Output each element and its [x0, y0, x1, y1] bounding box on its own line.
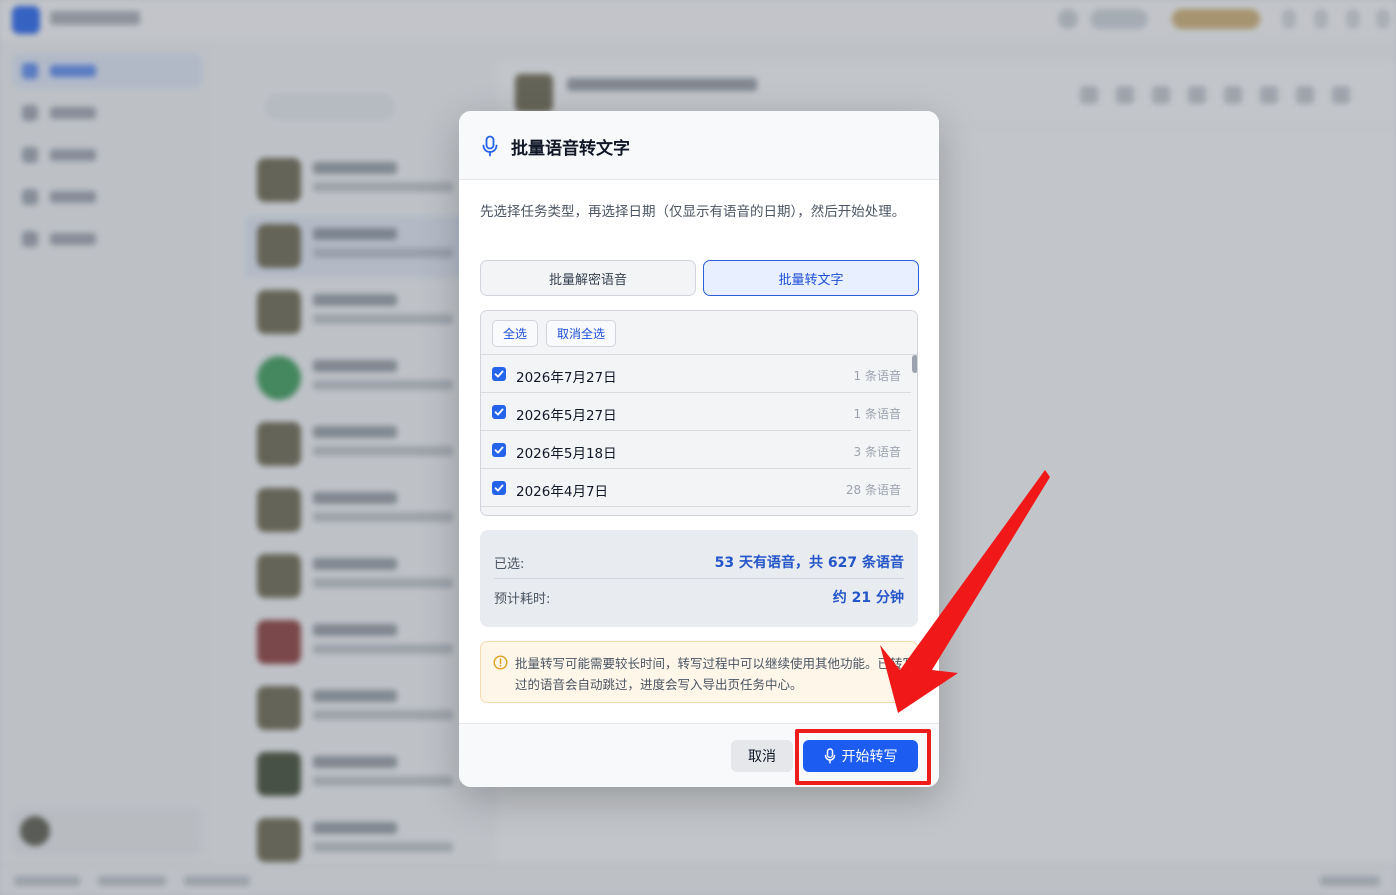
- eta-summary-row: 预计耗时: 约 21 分钟: [494, 579, 904, 613]
- warning-notice: 批量转写可能需要较长时间，转写过程中可以继续使用其他功能。已转写过的语音会自动跳…: [480, 641, 918, 703]
- date-row[interactable]: 2026年7月27日 1 条语音: [481, 355, 911, 393]
- annotation-highlight-box: [795, 729, 931, 785]
- dialog-title: 批量语音转文字: [511, 139, 630, 159]
- date-checkbox[interactable]: [492, 443, 506, 457]
- date-label: 2026年5月27日: [516, 408, 617, 424]
- check-icon: [494, 484, 504, 492]
- check-icon: [494, 370, 504, 378]
- selected-label: 已选:: [494, 557, 525, 572]
- check-icon: [494, 408, 504, 416]
- voice-count: 3 条语音: [853, 445, 901, 459]
- voice-count: 1 条语音: [853, 369, 901, 383]
- annotation-arrow-icon: [880, 470, 1050, 713]
- date-rows: 2026年7月27日 1 条语音 2026年5月27日 1 条语音 2026年5…: [481, 355, 911, 507]
- date-checkbox[interactable]: [492, 481, 506, 495]
- batch-transcribe-dialog: 批量语音转文字 先选择任务类型，再选择日期（仅显示有语音的日期），然后开始处理。…: [459, 111, 939, 787]
- scrollbar-thumb[interactable]: [912, 355, 917, 373]
- microphone-icon: [482, 135, 498, 157]
- warning-text: 批量转写可能需要较长时间，转写过程中可以继续使用其他功能。已转写过的语音会自动跳…: [515, 656, 916, 692]
- voice-count: 1 条语音: [853, 407, 901, 421]
- task-type-transcribe-button[interactable]: 批量转文字: [703, 260, 919, 296]
- select-all-button[interactable]: 全选: [492, 320, 539, 347]
- selection-summary: 已选: 53 天有语音，共 627 条语音 预计耗时: 约 21 分钟: [480, 530, 918, 627]
- deselect-all-button[interactable]: 取消全选: [546, 320, 617, 347]
- selected-value: 53 天有语音，共 627 条语音: [714, 555, 904, 571]
- date-row[interactable]: 2026年5月18日 3 条语音: [481, 431, 911, 469]
- selected-summary-row: 已选: 53 天有语音，共 627 条语音: [494, 544, 904, 578]
- date-label: 2026年4月7日: [516, 484, 609, 500]
- date-label: 2026年5月18日: [516, 446, 617, 462]
- date-list-toolbar: 全选 取消全选: [481, 311, 917, 355]
- task-type-decrypt-button[interactable]: 批量解密语音: [480, 260, 696, 296]
- check-icon: [494, 446, 504, 454]
- date-row[interactable]: 2026年5月27日 1 条语音: [481, 393, 911, 431]
- date-row[interactable]: 2026年4月7日 28 条语音: [481, 469, 911, 507]
- date-selection-list: 全选 取消全选 2026年7月27日 1 条语音 2026年5月27日 1 条语…: [480, 310, 918, 516]
- date-checkbox[interactable]: [492, 405, 506, 419]
- eta-label: 预计耗时:: [494, 592, 551, 607]
- dialog-description: 先选择任务类型，再选择日期（仅显示有语音的日期），然后开始处理。: [480, 204, 906, 220]
- dialog-header: 批量语音转文字: [459, 111, 939, 180]
- date-checkbox[interactable]: [492, 367, 506, 381]
- date-label: 2026年7月27日: [516, 370, 617, 386]
- warning-icon: [493, 655, 508, 670]
- cancel-button[interactable]: 取消: [731, 740, 793, 772]
